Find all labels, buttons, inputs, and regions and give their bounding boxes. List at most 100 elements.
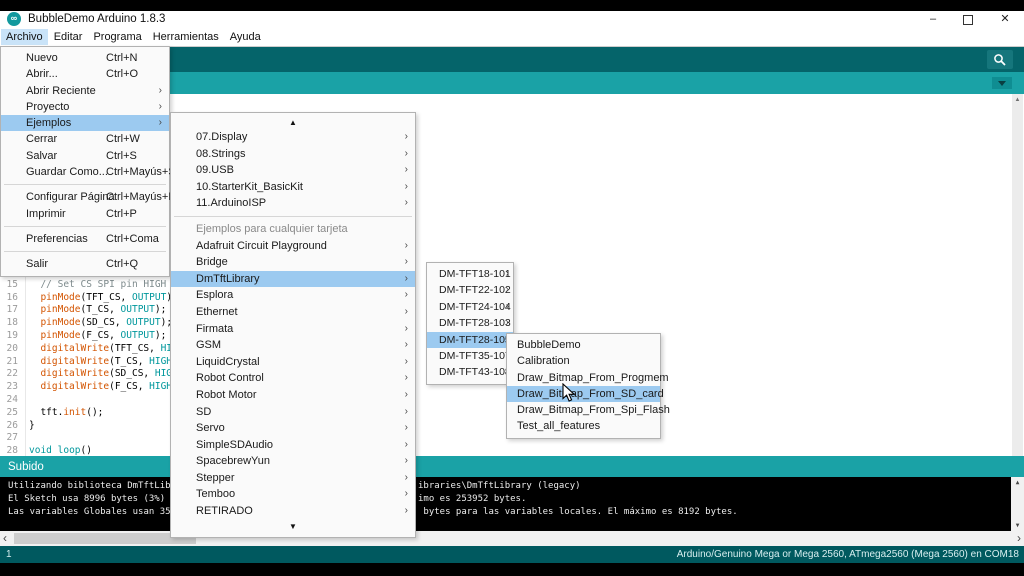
scroll-up-arrow-icon[interactable]: ▲: [1011, 479, 1024, 486]
scroll-down-arrow-icon[interactable]: ▼: [1011, 522, 1024, 529]
menu-item-shortcut: Ctrl+N: [106, 50, 137, 66]
menu-item-nuevo[interactable]: NuevoCtrl+N: [1, 50, 169, 66]
menu-item-label: Imprimir: [26, 208, 66, 220]
menubar-item-archivo[interactable]: Archivo: [1, 29, 48, 45]
menubar-item-herramientas[interactable]: Herramientas: [148, 29, 224, 45]
menu-item-09-usb[interactable]: 09.USB›: [171, 162, 415, 179]
editor-vertical-scrollbar[interactable]: ▲: [1012, 94, 1023, 456]
menu-item-dm-tft43-108[interactable]: DM-TFT43-108›: [427, 364, 513, 380]
menu-item-bridge[interactable]: Bridge›: [171, 254, 415, 271]
menu-item-dm-tft28-105[interactable]: DM-TFT28-105›: [427, 332, 513, 348]
menu-item-dm-tft24-104[interactable]: DM-TFT24-104›: [427, 299, 513, 315]
menu-item-draw-bitmap-from-spi-flash[interactable]: Draw_Bitmap_From_Spi_Flash: [507, 402, 660, 418]
menu-item-dm-tft22-102[interactable]: DM-TFT22-102›: [427, 282, 513, 298]
menu-item-sd[interactable]: SD›: [171, 404, 415, 421]
menu-item-dm-tft35-107[interactable]: DM-TFT35-107›: [427, 348, 513, 364]
maximize-button[interactable]: [956, 11, 980, 29]
menu-item-shortcut: Ctrl+W: [106, 131, 140, 147]
menu-item-dmtftlibrary[interactable]: DmTftLibrary›: [171, 271, 415, 288]
line-number: 21: [0, 356, 18, 367]
code-token: [29, 343, 40, 354]
menu-item-label: Temboo: [196, 488, 235, 500]
menu-item-label: Bridge: [196, 256, 228, 268]
serial-monitor-button[interactable]: [987, 50, 1013, 69]
menu-item-label: Robot Motor: [196, 389, 257, 401]
code-line-22: 22 digitalWrite(SD_CS, HIGH);: [0, 368, 189, 380]
scroll-up-arrow-icon[interactable]: ▲: [1012, 94, 1023, 103]
menu-item-temboo[interactable]: Temboo›: [171, 486, 415, 503]
menubar-item-programa[interactable]: Programa: [88, 29, 146, 45]
menu-item-draw-bitmap-from-progmem[interactable]: Draw_Bitmap_From_Progmem: [507, 370, 660, 386]
menu-item-label: Draw_Bitmap_From_SD_card: [517, 388, 664, 400]
menu-item-retirado[interactable]: RETIRADO›: [171, 503, 415, 520]
menu-item-esplora[interactable]: Esplora›: [171, 287, 415, 304]
editor-horizontal-scrollbar[interactable]: ‹ ›: [0, 531, 1024, 546]
menu-item-10-starterkit-basickit[interactable]: 10.StarterKit_BasicKit›: [171, 179, 415, 196]
line-number: 16: [0, 292, 18, 303]
menu-item-bubbledemo[interactable]: BubbleDemo: [507, 337, 660, 353]
status-message-strip: Subido: [0, 456, 1024, 477]
menubar-item-ayuda[interactable]: Ayuda: [225, 29, 266, 45]
menu-item-test-all-features[interactable]: Test_all_features: [507, 418, 660, 434]
menu-item-label: Robot Control: [196, 372, 264, 384]
menu-item-cerrar[interactable]: CerrarCtrl+W: [1, 131, 169, 147]
menu-item-firmata[interactable]: Firmata›: [171, 321, 415, 338]
menu-item-draw-bitmap-from-sd-card[interactable]: Draw_Bitmap_From_SD_card: [507, 386, 660, 402]
code-token: (T_CS,: [81, 304, 121, 315]
menu-item-preferencias[interactable]: PreferenciasCtrl+Coma: [1, 231, 169, 247]
console-scrollbar[interactable]: ▲ ▼: [1011, 477, 1024, 531]
menu-item-08-strings[interactable]: 08.Strings›: [171, 146, 415, 163]
code-line-27: 27: [0, 432, 29, 444]
menu-item-servo[interactable]: Servo›: [171, 420, 415, 437]
scroll-right-arrow-icon[interactable]: ›: [1017, 531, 1021, 545]
menu-item-ejemplos[interactable]: Ejemplos›: [1, 115, 169, 131]
menu-item-calibration[interactable]: Calibration: [507, 353, 660, 369]
code-line-25: 25 tft.init();: [0, 407, 103, 419]
menu-item-dm-tft28-103[interactable]: DM-TFT28-103›: [427, 315, 513, 331]
titlebar: ∞ BubbleDemo Arduino 1.8.3 – ✕: [0, 11, 1024, 29]
menu-item-gsm[interactable]: GSM›: [171, 337, 415, 354]
chevron-right-icon: ›: [405, 195, 408, 212]
menu-item-11-arduinoisp[interactable]: 11.ArduinoISP ›: [171, 195, 415, 212]
menu-item-liquidcrystal[interactable]: LiquidCrystal›: [171, 354, 415, 371]
menu-item-adafruit-circuit-playground[interactable]: Adafruit Circuit Playground›: [171, 238, 415, 255]
menu-item-robot-control[interactable]: Robot Control›: [171, 370, 415, 387]
scroll-left-arrow-icon[interactable]: ‹: [3, 531, 7, 545]
menu-item-robot-motor[interactable]: Robot Motor›: [171, 387, 415, 404]
close-button[interactable]: ✕: [993, 11, 1017, 29]
menu-section-header: Ejemplos para cualquier tarjeta: [171, 221, 415, 238]
menu-item-proyecto[interactable]: Proyecto›: [1, 99, 169, 115]
menu-item-label: DM-TFT35-107: [439, 350, 511, 362]
menu-item-abrir-reciente[interactable]: Abrir Reciente›: [1, 83, 169, 99]
scroll-down-icon[interactable]: ▼: [171, 520, 415, 534]
code-token: pinMode: [40, 317, 80, 328]
menubar-item-editar[interactable]: Editar: [49, 29, 88, 45]
menu-item-guardar-como[interactable]: Guardar Como...Ctrl+Mayús+S: [1, 164, 169, 180]
menu-item-07-display[interactable]: 07.Display›: [171, 129, 415, 146]
menu-item-label: Test_all_features: [517, 420, 600, 432]
horizontal-scrollbar-thumb[interactable]: [14, 533, 196, 544]
code-token: digitalWrite: [40, 356, 109, 367]
code-token: }: [29, 420, 35, 431]
menu-item-label: RETIRADO: [196, 505, 253, 517]
tab-menu-button[interactable]: [992, 77, 1012, 89]
menu-item-dm-tft18-101[interactable]: DM-TFT18-101›: [427, 266, 513, 282]
menu-item-salir[interactable]: SalirCtrl+Q: [1, 256, 169, 272]
code-token: [29, 279, 40, 290]
menu-item-spacebrewyun[interactable]: SpacebrewYun›: [171, 453, 415, 470]
menu-item-label: 11.ArduinoISP: [196, 197, 266, 209]
menu-item-abrir[interactable]: Abrir...Ctrl+O: [1, 66, 169, 82]
menu-item-label: LiquidCrystal: [196, 356, 260, 368]
minimize-button[interactable]: –: [921, 11, 945, 29]
menu-item-salvar[interactable]: SalvarCtrl+S: [1, 148, 169, 164]
menu-item-simplesdaudio[interactable]: SimpleSDAudio›: [171, 437, 415, 454]
menu-item-label: DM-TFT24-104: [439, 301, 511, 313]
menu-item-imprimir[interactable]: ImprimirCtrl+P: [1, 206, 169, 222]
menu-item-configurar-p-gina[interactable]: Configurar PáginaCtrl+Mayús+P: [1, 189, 169, 205]
menu-item-label: Adafruit Circuit Playground: [196, 240, 327, 252]
menu-item-stepper[interactable]: Stepper›: [171, 470, 415, 487]
menu-item-shortcut: Ctrl+Q: [106, 256, 138, 272]
menu-item-ethernet[interactable]: Ethernet›: [171, 304, 415, 321]
scroll-up-icon[interactable]: ▲: [171, 116, 415, 129]
menu-item-shortcut: Ctrl+Coma: [106, 231, 159, 247]
